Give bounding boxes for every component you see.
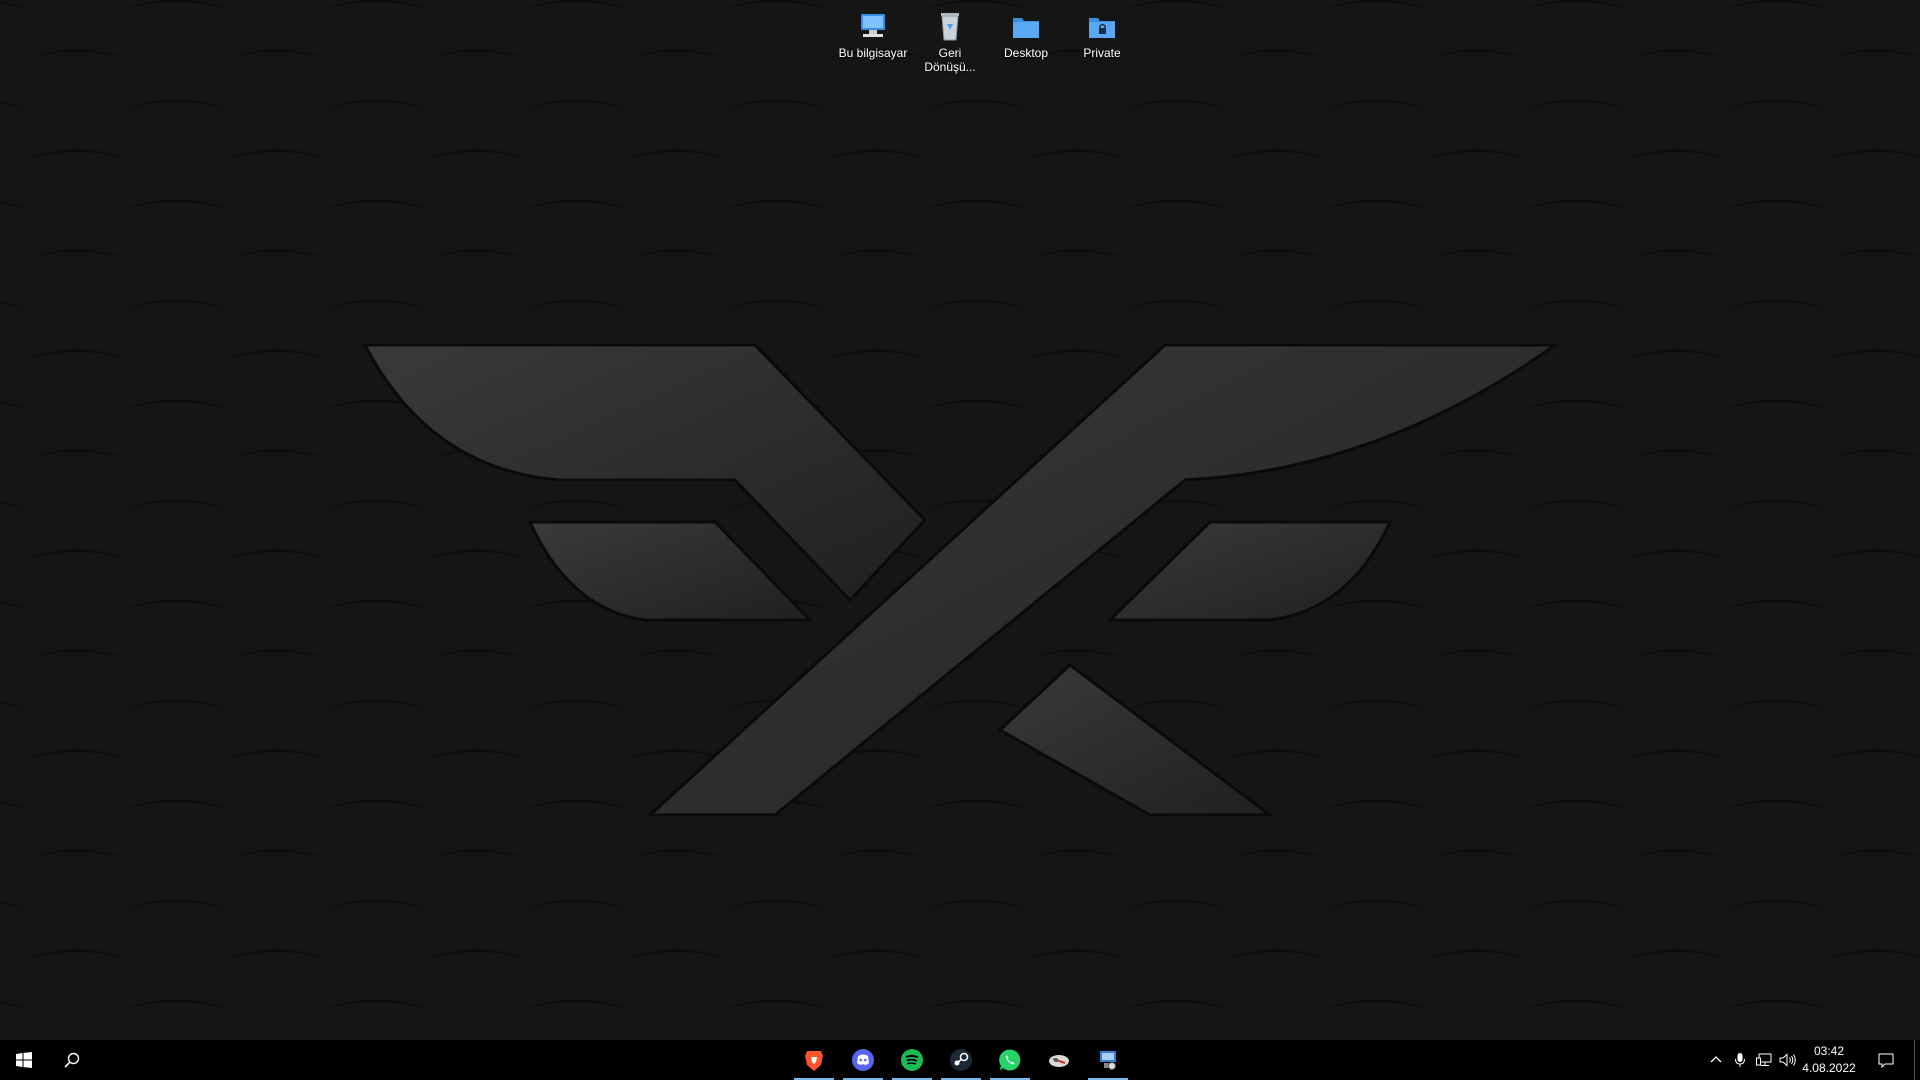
desktop-icon-label: Bu bilgisayar — [838, 46, 908, 60]
microphone-button[interactable] — [1730, 1050, 1750, 1070]
computer-icon — [861, 14, 885, 37]
taskbar-app-brave[interactable] — [790, 1040, 838, 1080]
whatsapp-icon — [999, 1049, 1021, 1071]
desktop-icon-label: Private — [1083, 46, 1121, 60]
clock-time: 03:42 — [1813, 1044, 1845, 1058]
taskbar-clock[interactable]: 03:42 4.08.2022 — [1796, 1040, 1862, 1080]
clock-date: 4.08.2022 — [1802, 1061, 1856, 1075]
recycle-bin-icon — [941, 13, 959, 41]
network-button[interactable] — [1754, 1050, 1774, 1070]
locked-folder-icon — [1089, 18, 1115, 38]
chevron-up-icon — [1710, 1056, 1722, 1063]
discord-icon — [852, 1049, 874, 1071]
taskbar: 03:42 4.08.2022 — [0, 1040, 1920, 1080]
desktop-icon-private-folder[interactable]: Private — [1064, 4, 1140, 60]
notification-icon — [1878, 1053, 1894, 1068]
desktop-icon-recycle-bin[interactable]: Geri Dönüşü... — [912, 4, 988, 74]
taskbar-app-discord[interactable] — [839, 1040, 887, 1080]
network-app-icon — [1100, 1051, 1116, 1070]
volume-icon — [1779, 1053, 1796, 1067]
windows-start-icon — [16, 1052, 32, 1068]
microphone-icon — [1735, 1053, 1745, 1067]
show-desktop-button[interactable] — [1914, 1040, 1920, 1080]
start-button[interactable] — [0, 1040, 48, 1080]
desktop-icon-this-pc[interactable]: Bu bilgisayar — [835, 4, 911, 60]
spotify-icon — [901, 1049, 923, 1071]
show-hidden-icons-button[interactable] — [1706, 1050, 1726, 1070]
taskbar-app-7[interactable] — [1084, 1040, 1132, 1080]
taskbar-app-whatsapp[interactable] — [986, 1040, 1034, 1080]
desktop-icon-label: Desktop — [1003, 46, 1049, 60]
wallpaper — [0, 0, 1920, 1080]
volume-button[interactable] — [1778, 1050, 1798, 1070]
app-icon — [1049, 1055, 1069, 1067]
desktop-icon-label: Geri Dönüşü... — [924, 46, 976, 74]
network-icon — [1756, 1053, 1772, 1066]
action-center-button[interactable] — [1876, 1050, 1896, 1070]
taskbar-app-6[interactable] — [1035, 1040, 1083, 1080]
brave-browser-icon — [805, 1051, 823, 1071]
taskbar-app-steam[interactable] — [937, 1040, 985, 1080]
steam-icon — [950, 1049, 972, 1071]
desktop-icon-desktop-folder[interactable]: Desktop — [988, 4, 1064, 60]
search-icon — [64, 1052, 80, 1068]
folder-icon — [1013, 18, 1039, 38]
search-button[interactable] — [48, 1040, 96, 1080]
taskbar-app-spotify[interactable] — [888, 1040, 936, 1080]
